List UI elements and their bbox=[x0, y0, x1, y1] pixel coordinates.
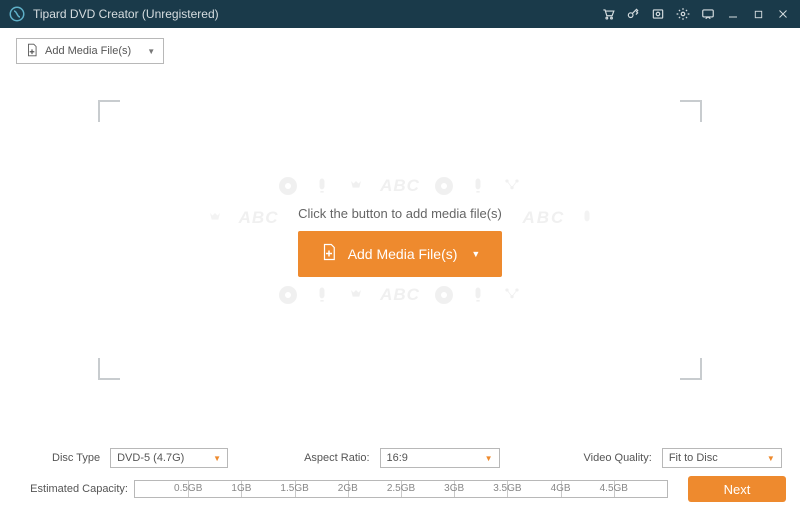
add-file-icon bbox=[320, 243, 338, 264]
capacity-tick-label: 1.5GB bbox=[280, 483, 308, 494]
chevron-down-icon: ▼ bbox=[471, 249, 480, 259]
close-icon[interactable] bbox=[774, 5, 792, 23]
capacity-tick-label: 4GB bbox=[551, 483, 571, 494]
aspect-ratio-value: 16:9 bbox=[387, 452, 408, 464]
minimize-icon[interactable] bbox=[724, 5, 742, 23]
disc-type-value: DVD-5 (4.7G) bbox=[117, 452, 184, 464]
capacity-tick-label: 4.5GB bbox=[600, 483, 628, 494]
capacity-tick-label: 2GB bbox=[338, 483, 358, 494]
disc-type-label: Disc Type bbox=[52, 452, 100, 464]
feedback-icon[interactable] bbox=[699, 5, 717, 23]
capacity-tick-label: 3GB bbox=[444, 483, 464, 494]
add-media-label: Add Media File(s) bbox=[348, 246, 458, 262]
toolbar: Add Media File(s) ▼ bbox=[0, 28, 800, 74]
video-quality-select[interactable]: Fit to Disc ▼ bbox=[662, 448, 782, 468]
video-quality-value: Fit to Disc bbox=[669, 452, 718, 464]
corner-decoration bbox=[98, 100, 120, 122]
aspect-ratio-select[interactable]: 16:9 ▼ bbox=[380, 448, 500, 468]
next-button[interactable]: Next bbox=[688, 476, 786, 502]
key-icon[interactable] bbox=[624, 5, 642, 23]
app-title: Tipard DVD Creator (Unregistered) bbox=[33, 7, 219, 21]
corner-decoration bbox=[680, 358, 702, 380]
video-quality-label: Video Quality: bbox=[584, 452, 652, 464]
capacity-tick-label: 3.5GB bbox=[493, 483, 521, 494]
drop-hint: Click the button to add media file(s) bbox=[298, 206, 502, 221]
aspect-ratio-label: Aspect Ratio: bbox=[304, 452, 369, 464]
chevron-down-icon: ▼ bbox=[213, 454, 221, 463]
maximize-icon[interactable] bbox=[749, 5, 767, 23]
corner-decoration bbox=[98, 358, 120, 380]
chevron-down-icon: ▼ bbox=[485, 454, 493, 463]
title-bar: Tipard DVD Creator (Unregistered) bbox=[0, 0, 800, 28]
capacity-tick-label: 2.5GB bbox=[387, 483, 415, 494]
add-media-label-small: Add Media File(s) bbox=[45, 45, 131, 57]
disc-type-select[interactable]: DVD-5 (4.7G) ▼ bbox=[110, 448, 228, 468]
app-logo-icon bbox=[8, 5, 26, 23]
chevron-down-icon: ▼ bbox=[147, 47, 155, 56]
watermark-row: ABC bbox=[276, 283, 524, 307]
add-media-button-small[interactable]: Add Media File(s) ▼ bbox=[16, 38, 164, 64]
watermark-row: ABC bbox=[276, 174, 524, 198]
add-file-icon bbox=[25, 43, 39, 60]
chevron-down-icon: ▼ bbox=[767, 454, 775, 463]
footer: Disc Type DVD-5 (4.7G) ▼ Aspect Ratio: 1… bbox=[0, 438, 800, 514]
settings-icon[interactable] bbox=[674, 5, 692, 23]
capacity-tick-label: 1GB bbox=[231, 483, 251, 494]
capacity-label: Estimated Capacity: bbox=[24, 483, 128, 495]
add-media-button[interactable]: Add Media File(s) ▼ bbox=[298, 231, 503, 277]
capacity-tick-label: 0.5GB bbox=[174, 483, 202, 494]
disc-icon[interactable] bbox=[649, 5, 667, 23]
capacity-meter: 0.5GB 1GB 1.5GB 2GB 2.5GB 3GB 3.5GB 4GB 4.5GB bbox=[134, 480, 668, 498]
corner-decoration bbox=[680, 100, 702, 122]
drop-zone[interactable]: ABC Click the button to add media file(s… bbox=[98, 100, 702, 380]
cart-icon[interactable] bbox=[599, 5, 617, 23]
